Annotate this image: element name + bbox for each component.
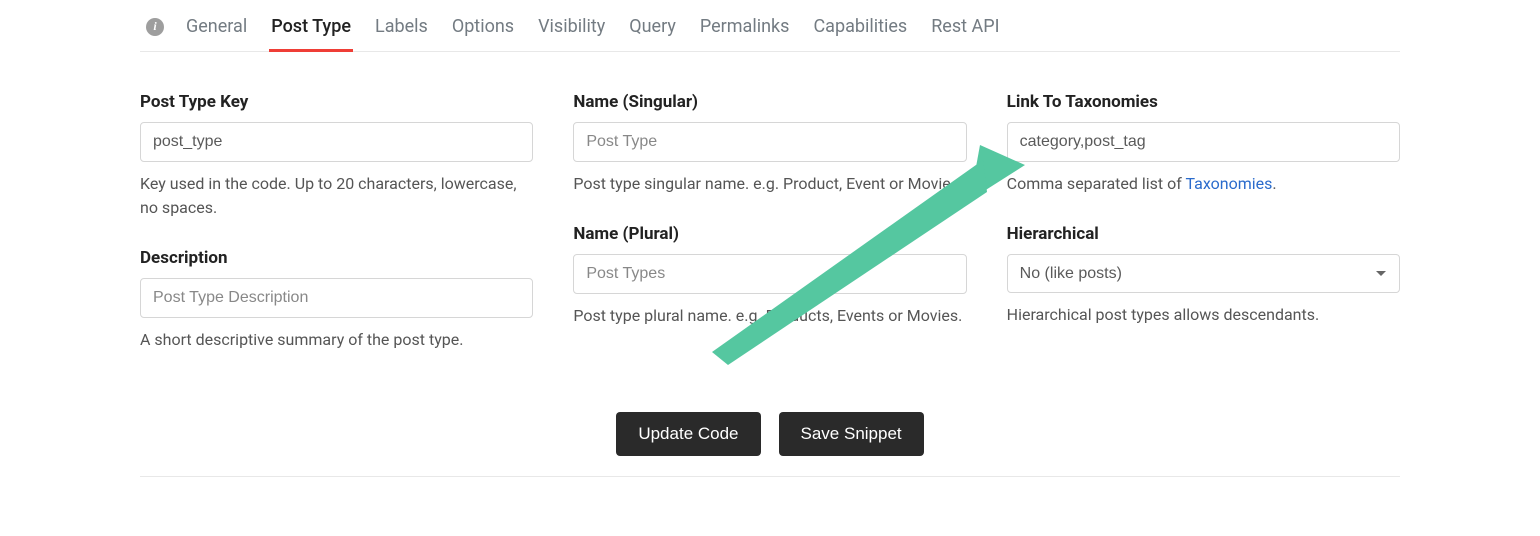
save-snippet-button[interactable]: Save Snippet [779, 412, 924, 456]
tab-capabilities[interactable]: Capabilities [811, 16, 909, 51]
help-name-singular: Post type singular name. e.g. Product, E… [573, 172, 966, 196]
tab-visibility[interactable]: Visibility [536, 16, 607, 51]
info-icon[interactable]: i [146, 18, 164, 36]
help-hierarchical: Hierarchical post types allows descendan… [1007, 303, 1400, 327]
field-link-taxonomies: Link To Taxonomies Comma separated list … [1007, 92, 1400, 196]
field-name-plural: Name (Plural) Post type plural name. e.g… [573, 224, 966, 328]
label-post-type-key: Post Type Key [140, 92, 533, 112]
field-name-singular: Name (Singular) Post type singular name.… [573, 92, 966, 196]
label-hierarchical: Hierarchical [1007, 224, 1400, 244]
tab-rest-api[interactable]: Rest API [929, 16, 1001, 51]
label-name-singular: Name (Singular) [573, 92, 966, 112]
input-name-plural[interactable] [573, 254, 966, 294]
help-link-taxonomies: Comma separated list of Taxonomies. [1007, 172, 1400, 196]
tab-general[interactable]: General [184, 16, 249, 51]
tab-query[interactable]: Query [627, 16, 678, 51]
help-link-taxonomies-suffix: . [1272, 174, 1276, 193]
select-hierarchical[interactable]: No (like posts) [1007, 254, 1400, 293]
help-description: A short descriptive summary of the post … [140, 328, 533, 352]
form-column-2: Name (Singular) Post type singular name.… [573, 92, 966, 352]
input-description[interactable] [140, 278, 533, 318]
button-row: Update Code Save Snippet [140, 352, 1400, 477]
update-code-button[interactable]: Update Code [616, 412, 760, 456]
form-column-1: Post Type Key Key used in the code. Up t… [140, 92, 533, 352]
help-post-type-key: Key used in the code. Up to 20 character… [140, 172, 533, 220]
tab-options[interactable]: Options [450, 16, 516, 51]
link-taxonomies[interactable]: Taxonomies [1185, 174, 1272, 193]
form-grid: Post Type Key Key used in the code. Up t… [140, 52, 1400, 352]
label-description: Description [140, 248, 533, 268]
tab-labels[interactable]: Labels [373, 16, 430, 51]
help-link-taxonomies-prefix: Comma separated list of [1007, 174, 1186, 193]
label-link-taxonomies: Link To Taxonomies [1007, 92, 1400, 112]
label-name-plural: Name (Plural) [573, 224, 966, 244]
help-name-plural: Post type plural name. e.g. Products, Ev… [573, 304, 966, 328]
tab-post-type[interactable]: Post Type [269, 16, 353, 51]
input-link-taxonomies[interactable] [1007, 122, 1400, 162]
field-hierarchical: Hierarchical No (like posts) Hierarchica… [1007, 224, 1400, 327]
tab-permalinks[interactable]: Permalinks [698, 16, 792, 51]
field-post-type-key: Post Type Key Key used in the code. Up t… [140, 92, 533, 220]
input-name-singular[interactable] [573, 122, 966, 162]
input-post-type-key[interactable] [140, 122, 533, 162]
field-description: Description A short descriptive summary … [140, 248, 533, 352]
tab-bar: i General Post Type Labels Options Visib… [140, 0, 1400, 52]
form-column-3: Link To Taxonomies Comma separated list … [1007, 92, 1400, 352]
